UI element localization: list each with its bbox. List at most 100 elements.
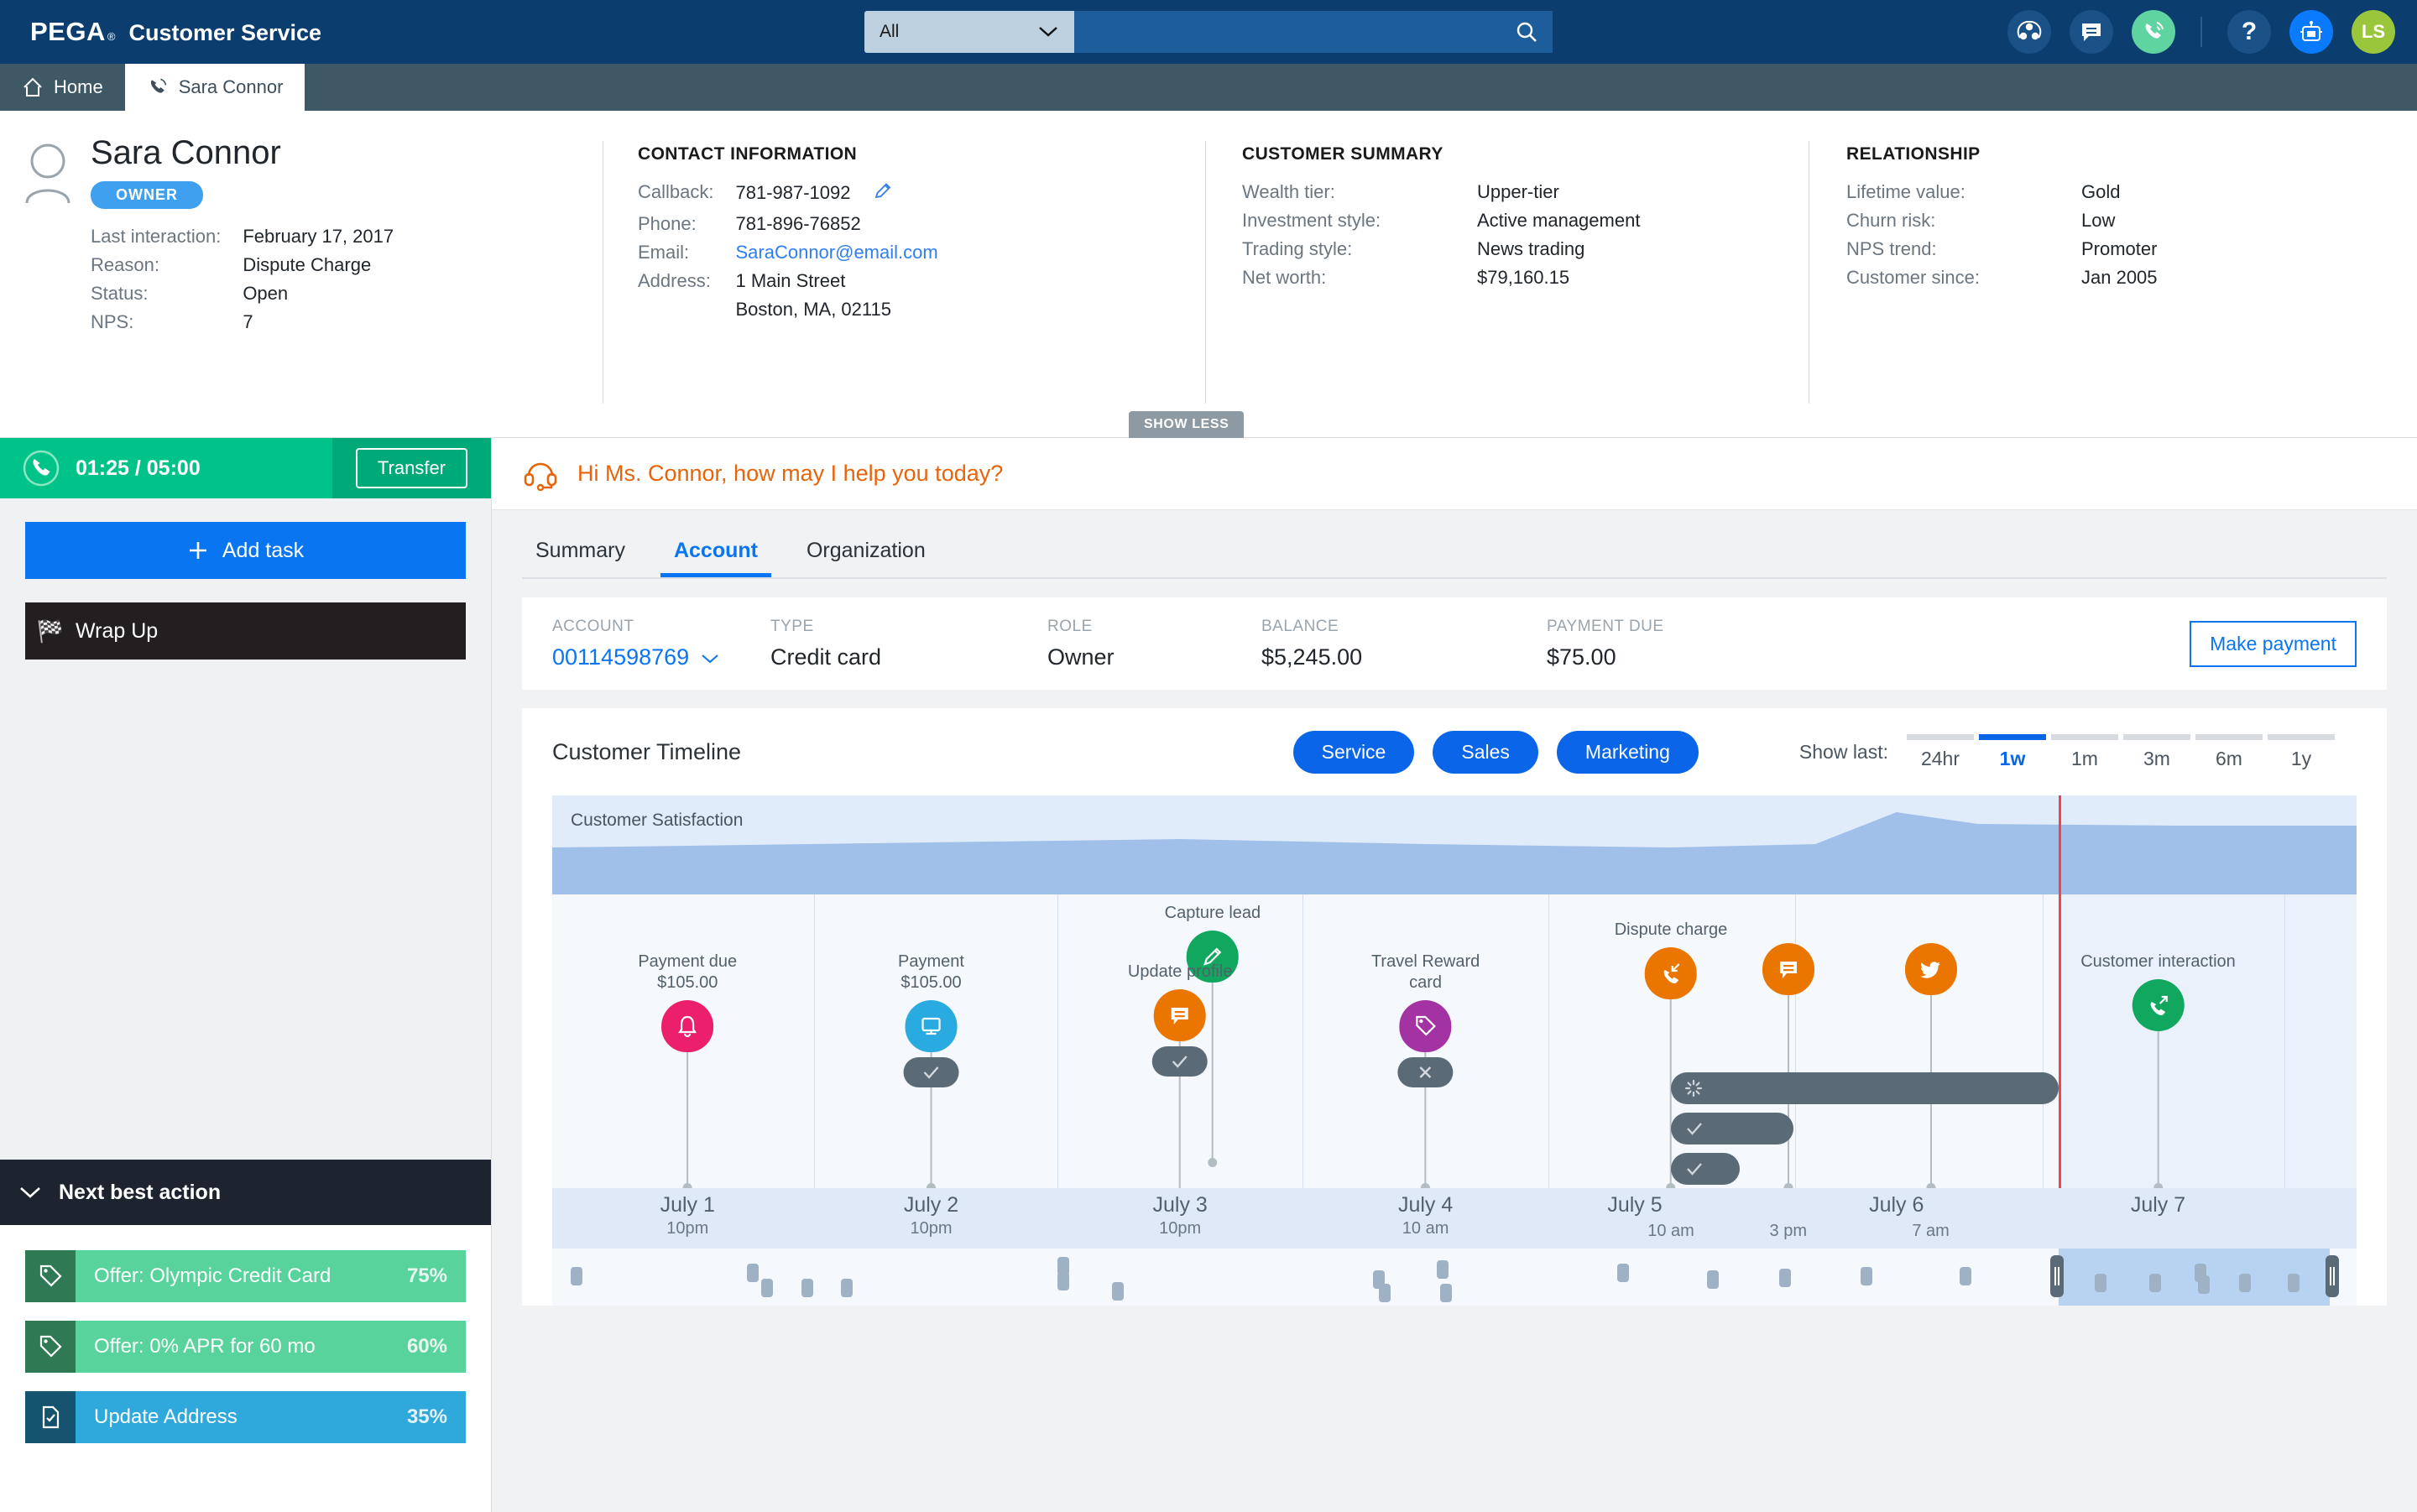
date-label: July 6 <box>1869 1193 1924 1217</box>
phone-icon <box>147 76 169 98</box>
user-avatar[interactable]: LS <box>2352 10 2395 54</box>
gridline <box>1548 894 1549 1188</box>
field-value: 781-896-76852 <box>735 210 937 238</box>
show-last-label: Show last: <box>1799 741 1888 764</box>
range-3m[interactable]: 3m <box>2123 734 2190 770</box>
minimap-marker <box>1617 1264 1629 1282</box>
transfer-button[interactable]: Transfer <box>356 448 467 488</box>
timeline-event-dispute-message[interactable] <box>1762 943 1814 995</box>
nav-tab-home[interactable]: Home <box>0 64 125 111</box>
account-number-link[interactable]: 00114598769 <box>552 644 770 670</box>
minimap-handle-right[interactable] <box>2326 1255 2339 1297</box>
chat-icon[interactable] <box>2070 10 2113 54</box>
field-value: Jan 2005 <box>2081 263 2158 292</box>
filter-pill-service[interactable]: Service <box>1293 731 1415 774</box>
column-header: ACCOUNT <box>552 618 770 636</box>
list-item[interactable]: Offer: 0% APR for 60 mo 60% <box>25 1321 466 1373</box>
timeline-event-customer-interaction[interactable]: Customer interaction <box>2080 952 2236 1031</box>
brand: PEGA® Customer Service <box>0 17 321 47</box>
table-row: Address: 1 Main Street <box>638 267 938 295</box>
event-label: Dispute charge <box>1615 920 1728 939</box>
timeline-event-payment[interactable]: Payment$105.00 <box>898 952 964 1087</box>
summary-field-table: Wealth tier: Upper-tier Investment style… <box>1242 178 1640 292</box>
call-outbound-icon <box>2132 979 2185 1031</box>
field-value: February 17, 2017 <box>243 222 394 251</box>
timeline-event-dispute-twitter[interactable] <box>1905 943 1957 995</box>
edit-pencil-icon[interactable] <box>873 185 893 206</box>
list-item[interactable]: Update Address 35% <box>25 1391 466 1443</box>
status-chip-complete <box>1152 1046 1208 1077</box>
chevron-down-icon <box>701 653 719 665</box>
call-timer-group: 01:25 / 05:00 <box>0 449 332 487</box>
tag-icon <box>25 1321 76 1373</box>
minimap-handle-left[interactable] <box>2050 1255 2064 1297</box>
timeline-minimap[interactable] <box>552 1249 2357 1306</box>
range-1m[interactable]: 1m <box>2051 734 2118 770</box>
field-value: Dispute Charge <box>243 251 394 279</box>
table-row: Wealth tier: Upper-tier <box>1242 178 1640 206</box>
help-glyph: ? <box>2242 18 2257 46</box>
make-payment-button[interactable]: Make payment <box>2190 621 2357 667</box>
check-icon <box>921 1065 942 1080</box>
table-row: Customer since: Jan 2005 <box>1846 263 2158 292</box>
minimap-marker <box>841 1279 853 1297</box>
table-row: Reason: Dispute Charge <box>91 251 394 279</box>
search-input[interactable] <box>1074 11 1501 53</box>
call-timer: 01:25 / 05:00 <box>76 456 201 481</box>
tab-summary[interactable]: Summary <box>522 539 639 577</box>
timeline-filter-pills: Service Sales Marketing <box>1293 731 1699 774</box>
check-icon <box>1684 1120 1704 1137</box>
time-label: 3 pm <box>1770 1222 1807 1241</box>
table-row: Churn risk: Low <box>1846 206 2158 235</box>
field-label: NPS trend: <box>1846 235 2081 263</box>
filter-pill-marketing[interactable]: Marketing <box>1557 731 1699 774</box>
message-icon <box>1154 989 1206 1041</box>
show-less-button[interactable]: SHOW LESS <box>1129 411 1244 438</box>
minimap-marker <box>571 1267 582 1285</box>
time-label: 10pm <box>1153 1219 1208 1238</box>
search-scope-select[interactable]: All <box>864 11 1074 53</box>
field-label: Last interaction: <box>91 222 243 251</box>
timeline-event-travel-reward-card[interactable]: Travel Rewardcard <box>1371 952 1480 1087</box>
add-task-button[interactable]: Add task <box>25 522 466 579</box>
event-label: Travel Reward <box>1371 952 1480 971</box>
brand-trademark: ® <box>107 30 116 43</box>
gantt-bar-pending[interactable] <box>1671 1072 2059 1104</box>
range-1y[interactable]: 1y <box>2268 734 2335 770</box>
search-button[interactable] <box>1501 11 1553 53</box>
check-icon <box>1684 1160 1704 1177</box>
gantt-bar-complete[interactable] <box>1671 1153 1740 1185</box>
community-icon[interactable] <box>2007 10 2051 54</box>
timeline-event-dispute-charge[interactable]: Dispute charge <box>1615 920 1728 999</box>
nav-tab-home-label: Home <box>54 76 103 98</box>
range-24hr[interactable]: 24hr <box>1907 734 1974 770</box>
phone-active-icon[interactable] <box>2132 10 2175 54</box>
bot-icon[interactable] <box>2289 10 2333 54</box>
customer-field-table: Last interaction: February 17, 2017 Reas… <box>91 222 394 336</box>
list-item[interactable]: Offer: Olympic Credit Card 75% <box>25 1250 466 1302</box>
timeline-chart: Customer Satisfaction <box>552 795 2357 1249</box>
gantt-bar-complete[interactable] <box>1671 1113 1793 1144</box>
section-title: CUSTOMER SUMMARY <box>1242 144 1813 164</box>
status-badge: OWNER <box>91 181 203 209</box>
filter-pill-sales[interactable]: Sales <box>1433 731 1538 774</box>
tab-account[interactable]: Account <box>660 539 771 577</box>
help-icon[interactable]: ? <box>2227 10 2271 54</box>
timeline-event-update-profile[interactable]: Update profile <box>1128 962 1233 1077</box>
action-label: Offer: 0% APR for 60 mo <box>76 1335 407 1358</box>
transfer-group: Transfer <box>332 438 491 498</box>
email-link[interactable]: SaraConnor@email.com <box>735 238 937 267</box>
gridline <box>1795 894 1796 1188</box>
range-6m[interactable]: 6m <box>2195 734 2263 770</box>
check-icon <box>1170 1054 1190 1069</box>
timeline-event-payment-due[interactable]: Payment due$105.00 <box>638 952 737 1052</box>
wrap-up-button[interactable]: 🏁 Wrap Up <box>25 602 466 660</box>
nav-tab-sara-connor[interactable]: Sara Connor <box>125 64 305 111</box>
range-1w[interactable]: 1w <box>1979 734 2046 770</box>
next-best-action-header[interactable]: Next best action <box>0 1160 491 1225</box>
table-row: Investment style: Active management <box>1242 206 1640 235</box>
tab-organization[interactable]: Organization <box>793 539 939 577</box>
action-percent: 75% <box>407 1264 466 1288</box>
table-row: Callback: 781-987-1092 <box>638 178 938 210</box>
close-icon <box>1417 1063 1435 1082</box>
